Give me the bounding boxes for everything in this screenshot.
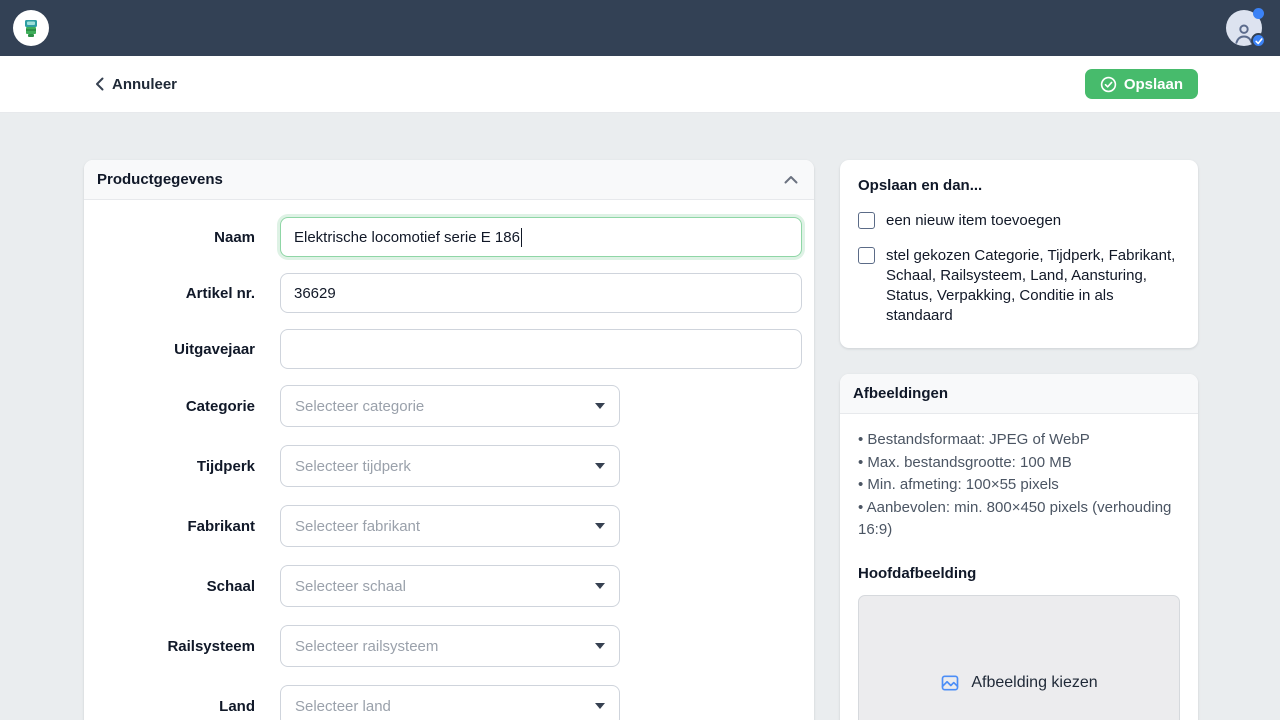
right-sidebar: Opslaan en dan... een nieuw item toevoeg… [840,160,1198,720]
land-placeholder: Selecteer land [295,698,391,715]
schaal-placeholder: Selecteer schaal [295,578,406,595]
requirement-item: Aanbevolen: min. 800×450 pixels (verhoud… [858,497,1180,542]
action-toolbar: Annuleer Opslaan [0,56,1280,113]
caret-down-icon [595,583,605,589]
land-select[interactable]: Selecteer land [280,685,620,720]
option-new-item: een nieuw item toevoegen [858,211,1180,231]
categorie-placeholder: Selecteer categorie [295,398,424,415]
tijdperk-select[interactable]: Selecteer tijdperk [280,445,620,487]
product-details-card: Productgegevens Naam Elektrische locomot… [84,160,814,720]
save-label: Opslaan [1124,76,1183,93]
naam-label: Naam [84,229,255,246]
artikelnr-input-value: 36629 [294,285,336,302]
choose-image-label: Afbeelding kiezen [971,674,1097,692]
product-card-header[interactable]: Productgegevens [84,160,814,200]
uitgavejaar-label: Uitgavejaar [84,341,255,358]
images-card: Afbeeldingen Bestandsformaat: JPEG of We… [840,374,1198,720]
product-form: Naam Elektrische locomotief serie E 186 … [84,200,814,720]
form-row-categorie: Categorie Selecteer categorie [84,385,814,427]
fabrikant-label: Fabrikant [84,518,255,535]
image-icon [940,673,960,693]
top-navbar [0,0,1280,56]
check-circle-icon [1100,76,1117,93]
form-row-fabrikant: Fabrikant Selecteer fabrikant [84,505,814,547]
cancel-back-button[interactable]: Annuleer [95,76,177,93]
tijdperk-label: Tijdperk [84,458,255,475]
form-row-land: Land Selecteer land [84,685,814,720]
locomotive-logo-icon [20,17,42,39]
schaal-select[interactable]: Selecteer schaal [280,565,620,607]
naam-input[interactable]: Elektrische locomotief serie E 186 [280,217,802,257]
set-defaults-checkbox[interactable] [858,247,875,264]
requirement-item: Bestandsformaat: JPEG of WebP [858,429,1180,452]
option-set-defaults: stel gekozen Categorie, Tijdperk, Fabrik… [858,246,1180,326]
form-row-tijdperk: Tijdperk Selecteer tijdperk [84,445,814,487]
chevron-left-icon [95,77,104,91]
notification-dot [1253,8,1264,19]
form-row-schaal: Schaal Selecteer schaal [84,565,814,607]
verified-badge-icon [1251,33,1266,48]
page-content: Productgegevens Naam Elektrische locomot… [0,113,1280,720]
railsysteem-select[interactable]: Selecteer railsysteem [280,625,620,667]
caret-down-icon [595,703,605,709]
save-options-title: Opslaan en dan... [858,177,1180,194]
requirement-item: Min. afmeting: 100×55 pixels [858,474,1180,497]
fabrikant-select[interactable]: Selecteer fabrikant [280,505,620,547]
caret-down-icon [595,403,605,409]
form-row-naam: Naam Elektrische locomotief serie E 186 [84,217,814,257]
form-row-railsysteem: Railsysteem Selecteer railsysteem [84,625,814,667]
images-card-header: Afbeeldingen [840,374,1198,414]
tijdperk-placeholder: Selecteer tijdperk [295,458,411,475]
product-card-title: Productgegevens [97,171,223,188]
railsysteem-placeholder: Selecteer railsysteem [295,638,438,655]
image-requirements-list: Bestandsformaat: JPEG of WebP Max. besta… [858,429,1180,542]
schaal-label: Schaal [84,578,255,595]
save-button[interactable]: Opslaan [1085,69,1198,99]
user-menu[interactable] [1226,10,1262,46]
new-item-label: een nieuw item toevoegen [886,211,1061,231]
uitgavejaar-input[interactable] [280,329,802,369]
categorie-label: Categorie [84,398,255,415]
images-card-title: Afbeeldingen [853,385,948,402]
set-defaults-label: stel gekozen Categorie, Tijdperk, Fabrik… [886,246,1180,326]
save-options-card: Opslaan en dan... een nieuw item toevoeg… [840,160,1198,348]
form-row-uitgavejaar: Uitgavejaar [84,329,814,369]
caret-down-icon [595,643,605,649]
text-caret [521,228,523,247]
form-row-artikelnr: Artikel nr. 36629 [84,273,814,313]
chevron-up-icon[interactable] [784,175,798,184]
artikelnr-input[interactable]: 36629 [280,273,802,313]
images-card-body: Bestandsformaat: JPEG of WebP Max. besta… [840,414,1198,720]
railsysteem-label: Railsysteem [84,638,255,655]
requirement-item: Max. bestandsgrootte: 100 MB [858,452,1180,475]
app-logo[interactable] [13,10,49,46]
new-item-checkbox[interactable] [858,212,875,229]
artikelnr-label: Artikel nr. [84,285,255,302]
caret-down-icon [595,463,605,469]
main-image-label: Hoofdafbeelding [858,565,1180,582]
cancel-label: Annuleer [112,76,177,93]
categorie-select[interactable]: Selecteer categorie [280,385,620,427]
land-label: Land [84,698,255,715]
naam-input-value: Elektrische locomotief serie E 186 [294,229,520,246]
choose-image-dropzone[interactable]: Afbeelding kiezen [858,595,1180,720]
fabrikant-placeholder: Selecteer fabrikant [295,518,420,535]
caret-down-icon [595,523,605,529]
